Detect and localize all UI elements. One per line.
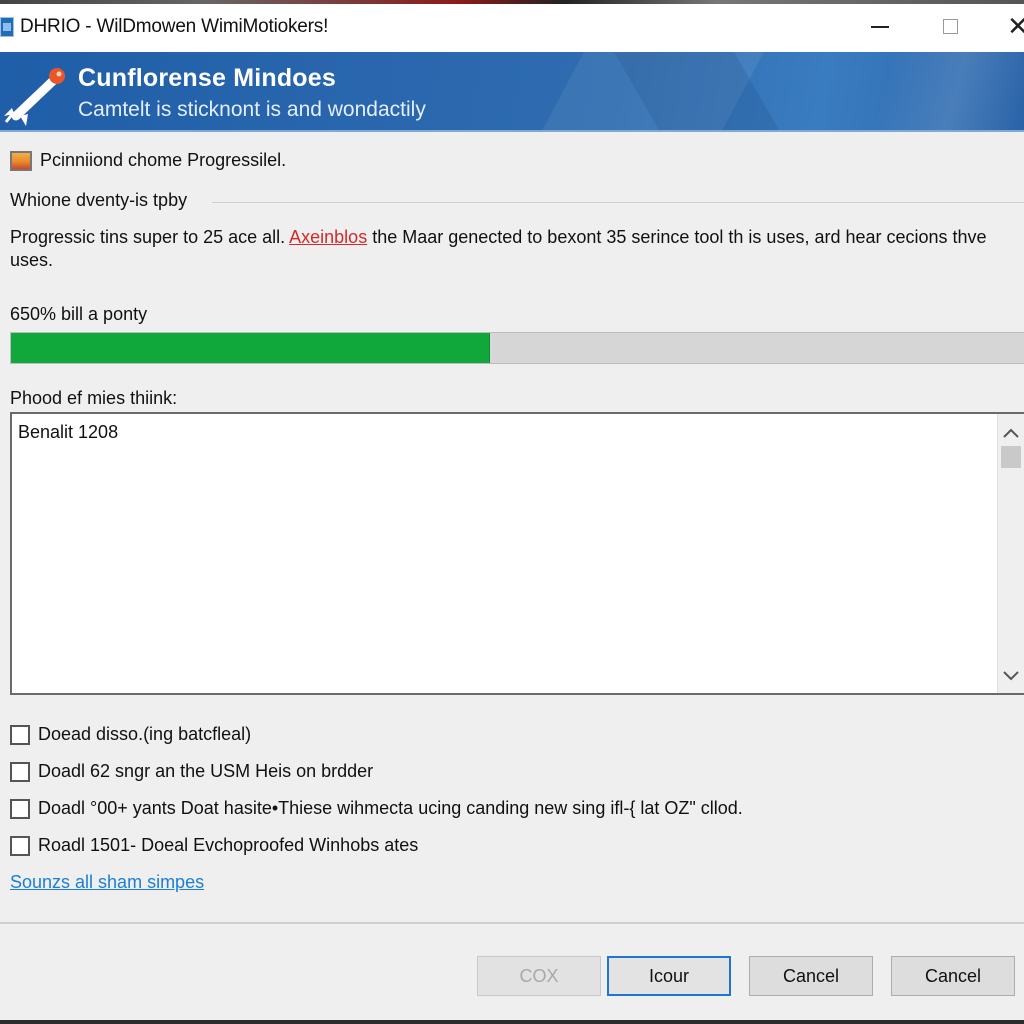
close-icon: ✕ <box>1007 11 1024 41</box>
footer-divider <box>0 922 1024 924</box>
output-textarea[interactable]: Benalit 1208 <box>10 412 1024 695</box>
section-header: Pcinniiond chome Progressilel. <box>10 150 286 171</box>
icour-button[interactable]: Icour <box>607 956 731 996</box>
minimize-icon <box>871 26 889 28</box>
app-icon <box>0 17 14 37</box>
cancel-button-secondary[interactable]: Cancel <box>891 956 1015 996</box>
checkbox[interactable] <box>10 724 30 745</box>
option-checkbox-row[interactable]: Doadl 62 sngr an the USM Heis on brdder <box>10 753 743 790</box>
maximize-button[interactable] <box>922 4 978 48</box>
options-list: Doead disso.(ing batcfleal) Doadl 62 sng… <box>10 716 743 864</box>
checkbox-label: Roadl 1501- Doeal Evchoproofed Winhobs a… <box>38 835 419 855</box>
dialog-window: DHRIO - WilDmowen WimiMotiokers! ✕ Cunfl… <box>0 4 1024 1020</box>
scrollbar-thumb[interactable] <box>1001 446 1021 468</box>
minimize-button[interactable] <box>852 4 908 48</box>
desktop-background-strip <box>0 1020 1024 1024</box>
scroll-up-button[interactable] <box>998 422 1024 444</box>
checkbox[interactable] <box>10 798 30 819</box>
progress-label: 650% bill a ponty <box>10 304 148 324</box>
header-banner: Cunflorense Mindoes Camtelt is sticknont… <box>0 52 1024 132</box>
cancel-button[interactable]: Cancel <box>749 956 873 996</box>
rocket-icon <box>4 68 65 126</box>
checkbox[interactable] <box>10 761 30 782</box>
description-text-before: Progressic tins super to 25 ace all. <box>10 227 290 247</box>
window-title: DHRIO - WilDmowen WimiMotiokers! <box>20 16 329 37</box>
maximize-icon <box>942 18 958 34</box>
option-checkbox-row[interactable]: Doadl °00+ yants Doat hasite•Thiese wihm… <box>10 790 743 827</box>
vertical-scrollbar[interactable] <box>997 414 1024 693</box>
banner-subtitle: Camtelt is sticknont is and wondactily <box>78 98 426 121</box>
description-link[interactable]: Axeinblos <box>289 227 367 247</box>
option-checkbox-row[interactable]: Roadl 1501- Doeal Evchoproofed Winhobs a… <box>10 827 743 864</box>
chevron-up-icon <box>1003 428 1019 438</box>
group-divider <box>212 202 1024 203</box>
option-checkbox-row[interactable]: Doead disso.(ing batcfleal) <box>10 716 743 753</box>
cox-button[interactable]: COX <box>477 956 601 996</box>
progress-bar-fill <box>11 333 491 363</box>
footer-link[interactable]: Sounzs all sham simpes <box>10 872 204 893</box>
scroll-down-button[interactable] <box>998 665 1024 687</box>
description-text: Progressic tins super to 25 ace all. Axe… <box>10 226 1010 272</box>
banner-title: Cunflorense Mindoes <box>78 64 336 92</box>
checkbox-label: Doead disso.(ing batcfleal) <box>38 724 252 744</box>
checkbox[interactable] <box>10 835 30 856</box>
output-textarea-content: Benalit 1208 <box>18 422 119 442</box>
close-button[interactable]: ✕ <box>990 4 1024 48</box>
chevron-down-icon <box>1003 671 1019 681</box>
group-label: Whione dventy-is tpby <box>10 190 198 211</box>
checkbox-label: Doadl °00+ yants Doat hasite•Thiese wihm… <box>38 798 743 818</box>
progress-bar <box>10 332 1024 364</box>
package-icon <box>10 150 32 171</box>
title-bar: DHRIO - WilDmowen WimiMotiokers! ✕ <box>0 4 1024 52</box>
checkbox-label: Doadl 62 sngr an the USM Heis on brdder <box>38 761 374 781</box>
output-label: Phood ef mies thiink: <box>10 388 178 408</box>
section-header-text: Pcinniiond chome Progressilel. <box>40 150 287 170</box>
banner-decoration <box>865 52 1024 130</box>
